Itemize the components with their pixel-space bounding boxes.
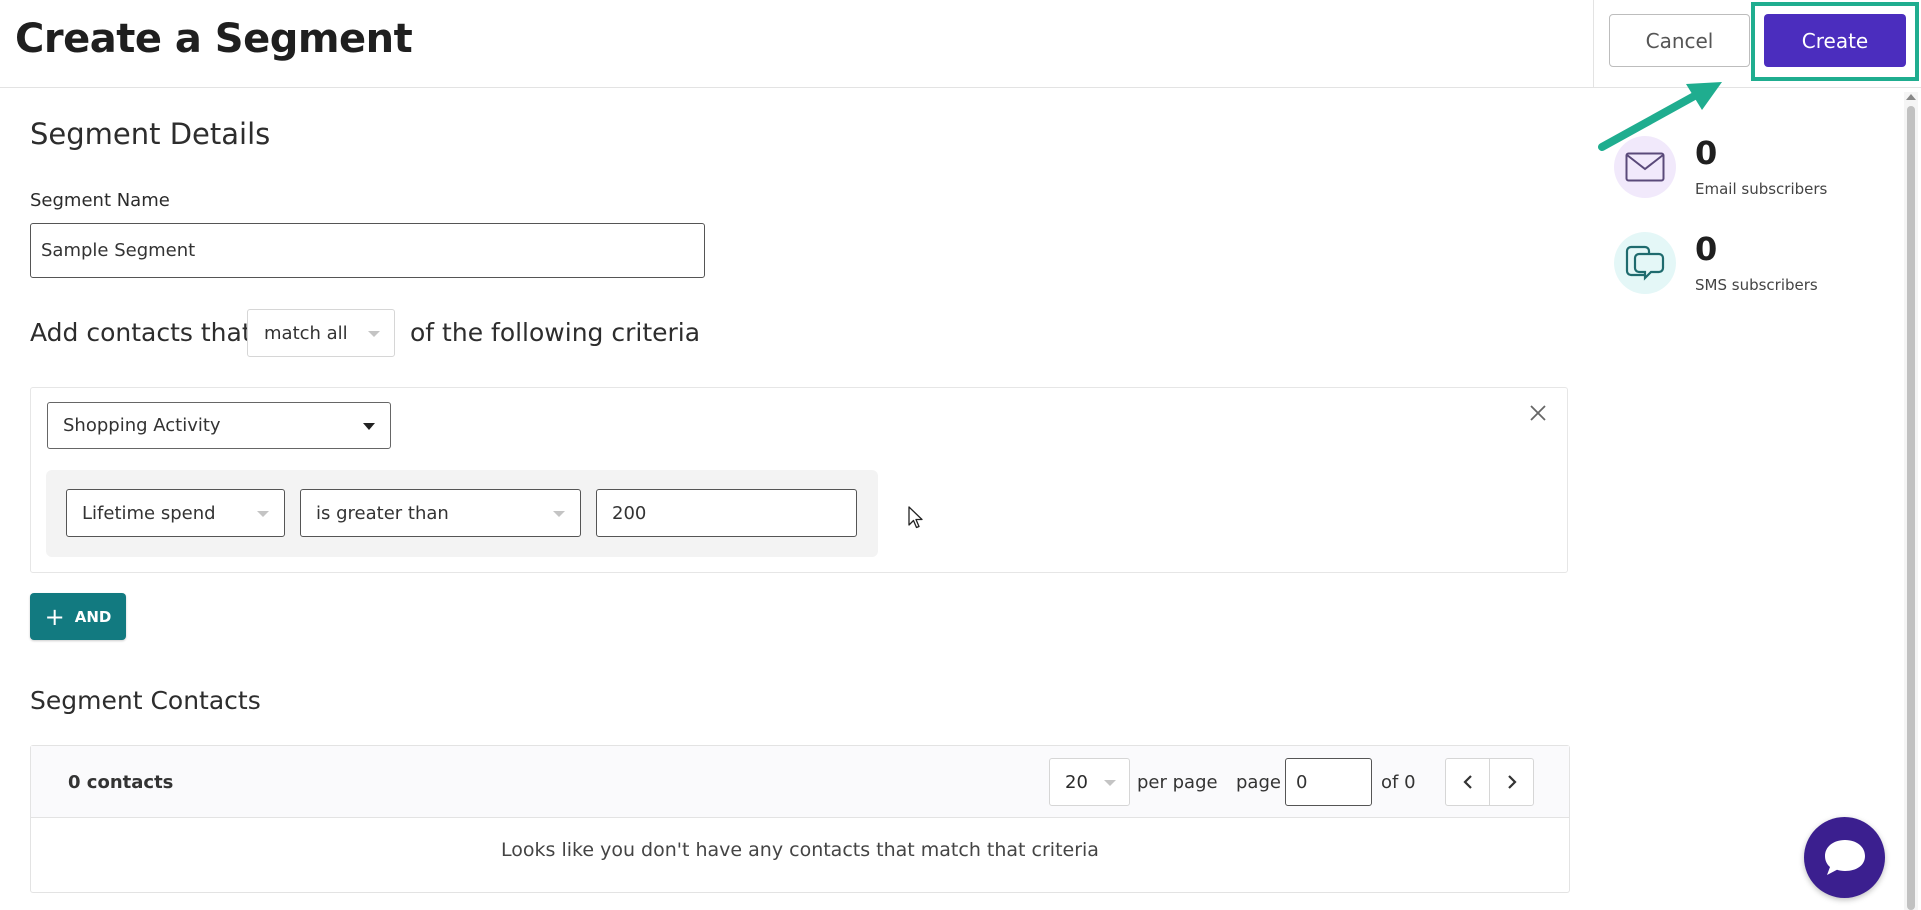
rule-value-input[interactable] <box>596 489 857 537</box>
chevron-down-icon <box>368 331 380 337</box>
subscriber-stats-panel: 0 Email subscribers 0 SMS subscribers <box>1594 88 1921 910</box>
segment-details-title: Segment Details <box>30 117 271 151</box>
per-page-select[interactable]: 20 <box>1049 758 1130 806</box>
empty-contacts-message: Looks like you don't have any contacts t… <box>501 839 1099 861</box>
chat-widget-button[interactable] <box>1804 817 1885 898</box>
rule-field-select[interactable]: Lifetime spend <box>66 489 285 537</box>
mouse-cursor-icon <box>908 506 923 529</box>
chat-bubble-icon <box>1824 839 1865 875</box>
rule-operator-select[interactable]: is greater than <box>300 489 581 537</box>
per-page-label: per page <box>1137 772 1218 793</box>
chevron-down-icon <box>363 423 375 430</box>
page-title: Create a Segment <box>15 16 413 62</box>
segment-contacts-title: Segment Contacts <box>30 686 261 715</box>
chevron-left-icon <box>1462 775 1472 789</box>
rule-field-value: Lifetime spend <box>82 502 216 524</box>
rule-row: Lifetime spend is greater than <box>46 470 878 557</box>
chevron-down-icon <box>1104 780 1116 786</box>
next-page-button[interactable] <box>1489 758 1534 806</box>
contacts-table-header: 0 contacts 20 per page page of 0 <box>31 746 1569 818</box>
and-button-label: AND <box>74 607 112 626</box>
criteria-suffix: of the following criteria <box>410 317 701 347</box>
chevron-down-icon <box>553 511 565 517</box>
match-type-select[interactable]: match all <box>247 309 395 357</box>
close-icon[interactable] <box>1527 402 1549 424</box>
segment-name-input[interactable] <box>30 223 705 278</box>
sms-subscriber-label: SMS subscribers <box>1695 276 1818 294</box>
plus-icon: + <box>44 602 65 631</box>
segment-name-label: Segment Name <box>30 190 170 211</box>
chat-bubbles-icon <box>1614 232 1676 294</box>
criteria-card: Shopping Activity Lifetime spend is grea… <box>30 387 1568 573</box>
annotation-arrow-icon <box>1598 82 1722 151</box>
match-type-value: match all <box>264 322 348 344</box>
scroll-up-arrow-icon[interactable] <box>1906 94 1916 100</box>
scrollbar-thumb[interactable] <box>1907 106 1915 910</box>
criteria-category-value: Shopping Activity <box>63 415 221 436</box>
per-page-value: 20 <box>1065 771 1088 793</box>
criteria-category-select[interactable]: Shopping Activity <box>47 402 391 449</box>
chevron-right-icon <box>1507 775 1517 789</box>
prev-page-button[interactable] <box>1445 758 1490 806</box>
criteria-prefix: Add contacts that <box>30 317 252 347</box>
contacts-count: 0 contacts <box>68 772 174 793</box>
cancel-button[interactable]: Cancel <box>1609 14 1750 67</box>
rule-operator-value: is greater than <box>316 502 449 524</box>
email-subscriber-label: Email subscribers <box>1695 180 1828 198</box>
page-label: page <box>1236 772 1281 793</box>
page-number-input[interactable] <box>1285 758 1372 806</box>
contacts-table: 0 contacts 20 per page page of 0 Looks l… <box>30 745 1570 893</box>
add-and-condition-button[interactable]: + AND <box>30 593 126 640</box>
create-button[interactable]: Create <box>1764 14 1906 67</box>
page-total-label: of 0 <box>1381 772 1416 793</box>
chevron-down-icon <box>257 511 269 517</box>
sms-subscriber-count: 0 <box>1695 230 1718 268</box>
